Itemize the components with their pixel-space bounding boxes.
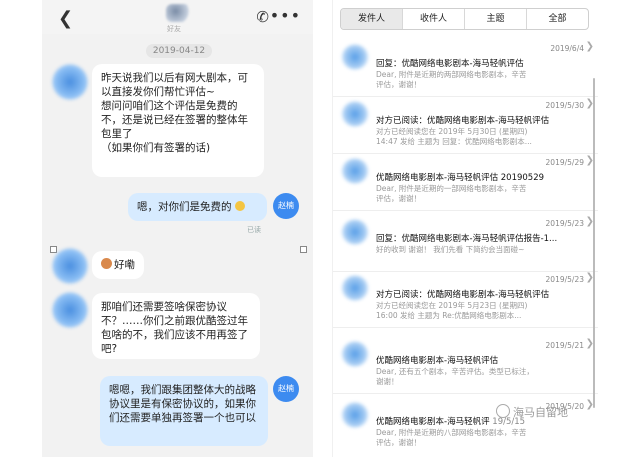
message-text: 那咱们还需要签啥保密协议不？……你们之前跟优酷签过年包啥的不，我们应该不用再签了… — [101, 301, 248, 355]
phone-icon[interactable]: ✆ — [256, 8, 269, 26]
sender-avatar — [341, 44, 369, 70]
message-text: 好嘞 — [114, 259, 135, 271]
watermark: 海马自留地 — [496, 404, 568, 420]
mail-preview: 评估，谢谢！ — [376, 80, 421, 89]
read-status: 已读 — [247, 226, 261, 234]
message-text: 嗯，对你们是免费的 — [137, 201, 232, 213]
mail-subject: 对方已阅读：优酷网络电影剧本-海马轻帆评估 — [376, 290, 550, 300]
mail-preview: 16:00 发给 主题为 Re:优酷网络电影剧本... — [376, 311, 522, 320]
message-bubble-incoming: 昨天说我们以后有网大剧本，可以直接发你们帮忙评估~ 想问问咱们这个评估是免费的不… — [92, 64, 264, 177]
mail-preview: 好的收到 谢谢！ 我们先看 下简约会当面碰~ — [376, 245, 525, 254]
contact-name: 好友 — [167, 25, 181, 33]
message-bubble-incoming: 好嘞 — [92, 251, 144, 279]
mail-subject: 优酷网络电影剧本-海马轻帆评估 20190529 — [376, 173, 545, 183]
mail-date: 2019/5/21 — [545, 341, 584, 350]
message-bubble-outgoing: 嗯，对你们是免费的 — [128, 193, 267, 221]
mail-preview: 评估，谢谢！ — [376, 438, 421, 447]
mail-subject: 优酷网络电影剧本-海马轻帆评估 — [376, 356, 499, 366]
date-divider: 2019-04-12 — [146, 44, 212, 58]
sender-avatar — [341, 219, 369, 245]
contact-avatar-blurred — [166, 4, 190, 22]
mail-list-item[interactable]: 2019/6/4 ❯ 回复：优酷网络电影剧本-海马轻帆评估 Dear, 附件是近… — [333, 40, 598, 97]
mail-preview: 14:47 发给 主题为 回复：优酷网络电影剧本... — [376, 137, 532, 146]
mail-date: 2019/5/29 — [545, 158, 584, 167]
watermark-text: 海马自留地 — [513, 406, 568, 419]
message-text: 昨天说我们以后有网大剧本，可以直接发你们帮忙评估~ 想问问咱们这个评估是免费的不… — [101, 72, 248, 154]
mail-list-item[interactable]: 2019/5/23 ❯ 回复：优酷网络电影剧本-海马轻帆评估报告-1... 好的… — [333, 215, 598, 272]
mail-date: 2019/5/23 — [545, 219, 584, 228]
contact-avatar[interactable] — [52, 292, 88, 328]
message-bubble-outgoing: 嗯嗯，我们跟集团整体大的战略协议里是有保密协议的，如果你们还需要单独再签署一个也… — [100, 376, 268, 446]
tab-subject[interactable]: 主题 — [465, 9, 527, 29]
mail-list-item[interactable]: 2019/5/21 ❯ 优酷网络电影剧本-海马轻帆评估 Dear, 还有五个剧本… — [333, 337, 598, 394]
more-options-icon[interactable]: ••• — [270, 6, 301, 25]
mail-list-item[interactable]: 2019/5/23 ❯ 对方已阅读：优酷网络电影剧本-海马轻帆评估 对方已经阅读… — [333, 271, 598, 328]
my-avatar[interactable]: 赵楠 — [273, 376, 299, 402]
sender-avatar — [341, 275, 369, 301]
chat-panel: ❮ 好友 ✆ ••• 2019-04-12 昨天说我们以后有网大剧本，可以直接发… — [42, 0, 313, 457]
mail-date: 2019/5/23 — [545, 275, 584, 284]
sender-avatar — [341, 101, 369, 127]
mail-date: 2019/6/4 — [550, 44, 584, 53]
sender-avatar — [341, 341, 369, 367]
chevron-right-icon: ❯ — [585, 41, 594, 52]
sender-avatar — [341, 158, 369, 184]
smile-emoji-icon — [234, 201, 245, 211]
chat-topbar: ❮ 好友 ✆ ••• — [42, 0, 313, 34]
wechat-logo-icon — [496, 404, 510, 418]
selection-handle-left[interactable] — [50, 246, 57, 253]
my-avatar[interactable]: 赵楠 — [273, 193, 299, 219]
mail-preview: 评估，谢谢！ — [376, 194, 421, 203]
tab-recipient[interactable]: 收件人 — [403, 9, 465, 29]
mail-subject: 对方已阅读：优酷网络电影剧本-海马轻帆评估 — [376, 116, 550, 126]
tab-all[interactable]: 全部 — [527, 9, 588, 29]
bear-emoji-icon — [101, 258, 112, 269]
mail-list-item[interactable]: 2019/5/30 ❯ 对方已阅读：优酷网络电影剧本-海马轻帆评估 对方已经阅读… — [333, 97, 598, 154]
back-arrow-icon[interactable]: ❮ — [58, 8, 73, 29]
selection-handle-right[interactable] — [300, 246, 307, 253]
sender-avatar — [341, 402, 369, 428]
mail-list-item[interactable]: 2019/5/29 ❯ 优酷网络电影剧本-海马轻帆评估 20190529 Dea… — [333, 154, 598, 211]
contact-avatar[interactable] — [52, 64, 88, 100]
mail-date: 2019/5/30 — [545, 101, 584, 110]
mail-search-panel: 发件人 收件人 主题 全部 2019/6/4 ❯ 回复：优酷网络电影剧本-海马轻… — [332, 0, 598, 457]
search-scope-tabs: 发件人 收件人 主题 全部 — [340, 8, 589, 30]
message-text: 嗯嗯，我们跟集团整体大的战略协议里是有保密协议的，如果你们还需要单独再签署一个也… — [109, 384, 256, 424]
contact-avatar[interactable] — [52, 248, 88, 284]
mail-subject: 回复：优酷网络电影剧本-海马轻帆评估 — [376, 59, 524, 69]
message-bubble-incoming: 那咱们还需要签啥保密协议不？……你们之前跟优酷签过年包啥的不，我们应该不用再签了… — [92, 293, 260, 359]
scrollbar[interactable] — [593, 78, 595, 408]
tab-sender[interactable]: 发件人 — [341, 9, 403, 29]
mail-subject-text: 优酷网络电影剧本-海马轻帆评 — [376, 417, 490, 427]
mail-preview: 谢谢！ — [376, 377, 399, 386]
mail-subject: 回复：优酷网络电影剧本-海马轻帆评估报告-1... — [376, 234, 558, 244]
